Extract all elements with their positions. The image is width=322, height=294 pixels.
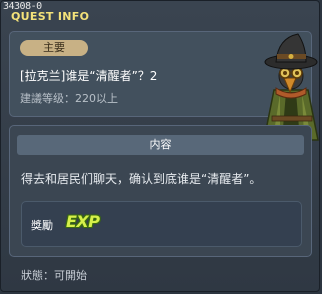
reward-label: 獎勵: [31, 219, 53, 232]
exp-reward-icon: EXP: [66, 212, 100, 231]
reward-box: 獎勵 EXP: [21, 201, 302, 247]
content-header: 内容: [17, 135, 304, 155]
quest-level-requirement: 建議等级：220以上: [20, 92, 118, 105]
quest-status: 狀態：可開始: [21, 269, 87, 282]
quest-name: [拉克兰]谁是“清醒者”？2: [20, 69, 158, 83]
window-title: QUEST INFO: [11, 10, 90, 23]
quest-content-panel: 内容 得去和居民们聊天，确认到底谁是“清醒者”。 獎勵 EXP: [9, 125, 312, 257]
quest-summary-panel: 主要 [拉克兰]谁是“清醒者”？2 建議等级：220以上: [9, 31, 319, 141]
quest-description: 得去和居民们聊天，确认到底谁是“清醒者”。: [21, 172, 262, 186]
quest-info-window: 34308-0 QUEST INFO 主要 [拉克兰]谁是“清醒者”？2 建議等…: [0, 0, 320, 292]
quest-type-badge: 主要: [20, 40, 88, 56]
